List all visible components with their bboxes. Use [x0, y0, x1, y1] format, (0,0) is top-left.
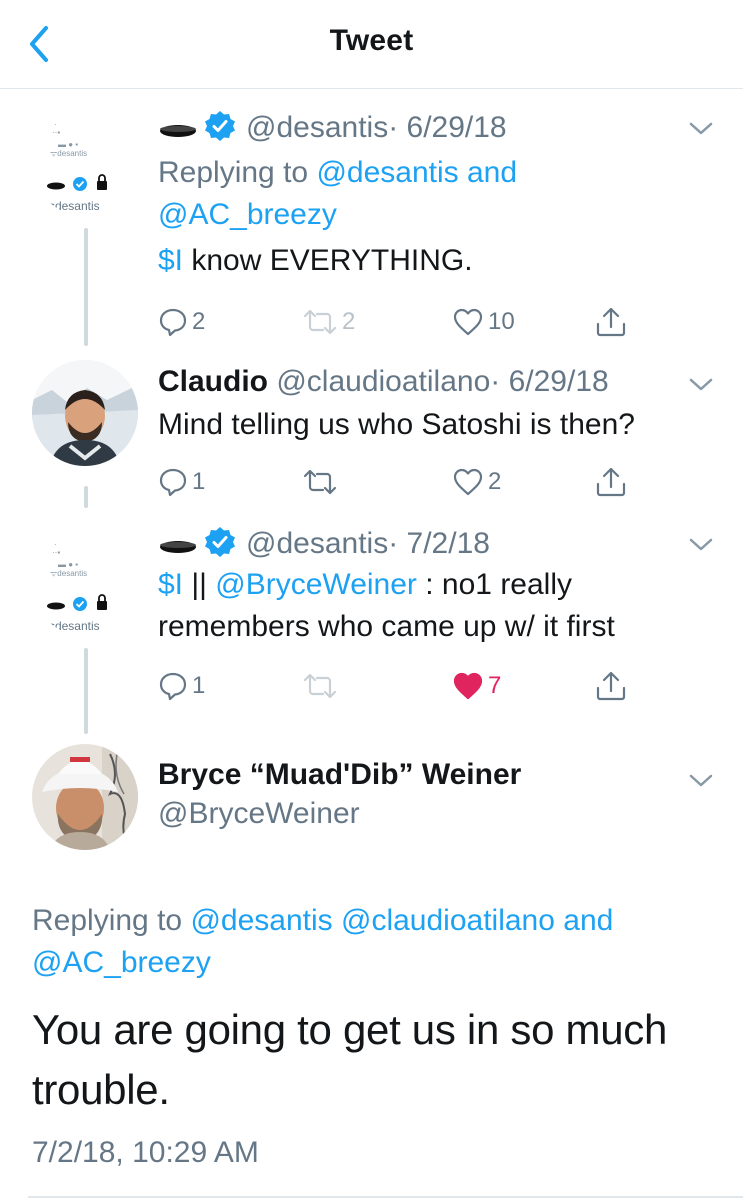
- top-bar: Tweet: [0, 0, 743, 89]
- retweet-icon: [303, 673, 337, 699]
- share-button[interactable]: [594, 666, 628, 706]
- heart-filled-icon: [453, 672, 483, 700]
- tweet-handle[interactable]: @desantis: [246, 111, 388, 144]
- retweet-icon: [303, 469, 337, 495]
- retweet-button[interactable]: [302, 462, 338, 502]
- like-count: 7: [488, 672, 502, 699]
- thread-line: [84, 648, 88, 734]
- retweet-button[interactable]: [302, 666, 338, 706]
- logo-icon: [47, 594, 107, 611]
- main-tweet-author: Bryce “Muad'Dib” Weiner @BryceWeiner: [158, 756, 521, 834]
- share-icon: [596, 467, 626, 497]
- like-count: 10: [488, 308, 515, 335]
- verified-badge-icon: [205, 111, 235, 141]
- reply-count: 1: [192, 468, 206, 495]
- reply-icon: [159, 672, 187, 701]
- reply-button[interactable]: 2: [158, 302, 205, 342]
- tweet-actions: 1 7: [158, 666, 638, 706]
- avatar[interactable]: · ··▪ ▬ ● ▪ ᯤdesantis ᯤdesantis: [32, 530, 138, 636]
- reply-count: 2: [192, 308, 206, 335]
- chevron-down-icon[interactable]: [687, 118, 715, 138]
- mention-link[interactable]: @AC_breezy: [32, 946, 211, 979]
- like-button[interactable]: 10: [452, 302, 515, 342]
- cashtag-link[interactable]: $I: [158, 568, 183, 601]
- logo-handle: ᯤdesantis: [44, 619, 100, 633]
- tweet-handle[interactable]: @claudioatilano: [276, 365, 490, 398]
- divider: [28, 1196, 743, 1198]
- avatar-photo: [32, 360, 138, 466]
- replying-to: Replying to @desantis and @AC_breezy: [158, 156, 518, 231]
- tweet-actions: 2 2 10: [158, 302, 638, 342]
- retweet-button[interactable]: 2: [302, 302, 355, 342]
- verified-badge-icon: [205, 527, 235, 557]
- mention-link[interactable]: @BryceWeiner: [215, 568, 417, 601]
- mention-link[interactable]: @AC_breezy: [158, 198, 337, 231]
- logo-icon: [47, 174, 107, 191]
- tweet-handle[interactable]: @BryceWeiner: [158, 794, 521, 834]
- like-button[interactable]: 7: [452, 666, 501, 706]
- thread-line: [84, 486, 88, 508]
- share-button[interactable]: [594, 302, 628, 342]
- replying-to: Replying to @desantis @claudioatilano an…: [32, 904, 614, 979]
- like-button[interactable]: 2: [452, 462, 501, 502]
- tweet-author-name[interactable]: Claudio: [158, 365, 268, 398]
- reply-button[interactable]: 1: [158, 462, 205, 502]
- share-button[interactable]: [594, 462, 628, 502]
- logo-handle: ᯤdesantis: [44, 199, 100, 213]
- tweet-text: $I know EVERYTHING.: [158, 244, 473, 277]
- hole-icon: [160, 541, 196, 553]
- tweet-text: You are going to get us in so much troub…: [32, 1006, 668, 1113]
- cashtag-link[interactable]: $I: [158, 244, 183, 277]
- tweet-actions: 1 2: [158, 462, 638, 502]
- mention-link[interactable]: @desantis: [190, 904, 332, 937]
- heart-icon: [453, 308, 483, 336]
- mention-link[interactable]: @desantis: [316, 156, 458, 189]
- reply-icon: [159, 468, 187, 497]
- mention-link[interactable]: @claudioatilano: [341, 904, 555, 937]
- avatar[interactable]: [32, 360, 138, 466]
- avatar[interactable]: [32, 744, 138, 850]
- thread-line: [84, 228, 88, 346]
- chevron-down-icon[interactable]: [687, 374, 715, 394]
- tweet-text: Mind telling us who Satoshi is then?: [158, 408, 635, 441]
- like-count: 2: [488, 468, 502, 495]
- tweet-date: · 6/29/18: [388, 111, 507, 144]
- tweet-handle[interactable]: @desantis: [246, 527, 388, 560]
- chevron-down-icon[interactable]: [687, 534, 715, 554]
- heart-icon: [453, 468, 483, 496]
- reply-button[interactable]: 1: [158, 666, 205, 706]
- tweet-text: $I || @BryceWeiner : no1 really remember…: [158, 568, 615, 643]
- share-icon: [596, 671, 626, 701]
- page-title: Tweet: [329, 24, 414, 57]
- avatar-photo: [32, 744, 138, 850]
- hole-icon: [160, 125, 196, 137]
- retweet-count: 2: [342, 308, 356, 335]
- tweet-author-name[interactable]: Bryce “Muad'Dib” Weiner: [158, 756, 521, 794]
- retweet-icon: [303, 309, 337, 335]
- tweet-date: · 7/2/18: [388, 527, 490, 560]
- avatar[interactable]: · ··▪ ▬ ● ▪ ᯤdesantis ᯤdesantis: [32, 110, 138, 216]
- reply-icon: [159, 308, 187, 337]
- chevron-down-icon[interactable]: [687, 770, 715, 790]
- tweet-date: · 6/29/18: [490, 365, 609, 398]
- tweet-timestamp: 7/2/18, 10:29 AM: [32, 1136, 259, 1169]
- reply-count: 1: [192, 672, 206, 699]
- share-icon: [596, 307, 626, 337]
